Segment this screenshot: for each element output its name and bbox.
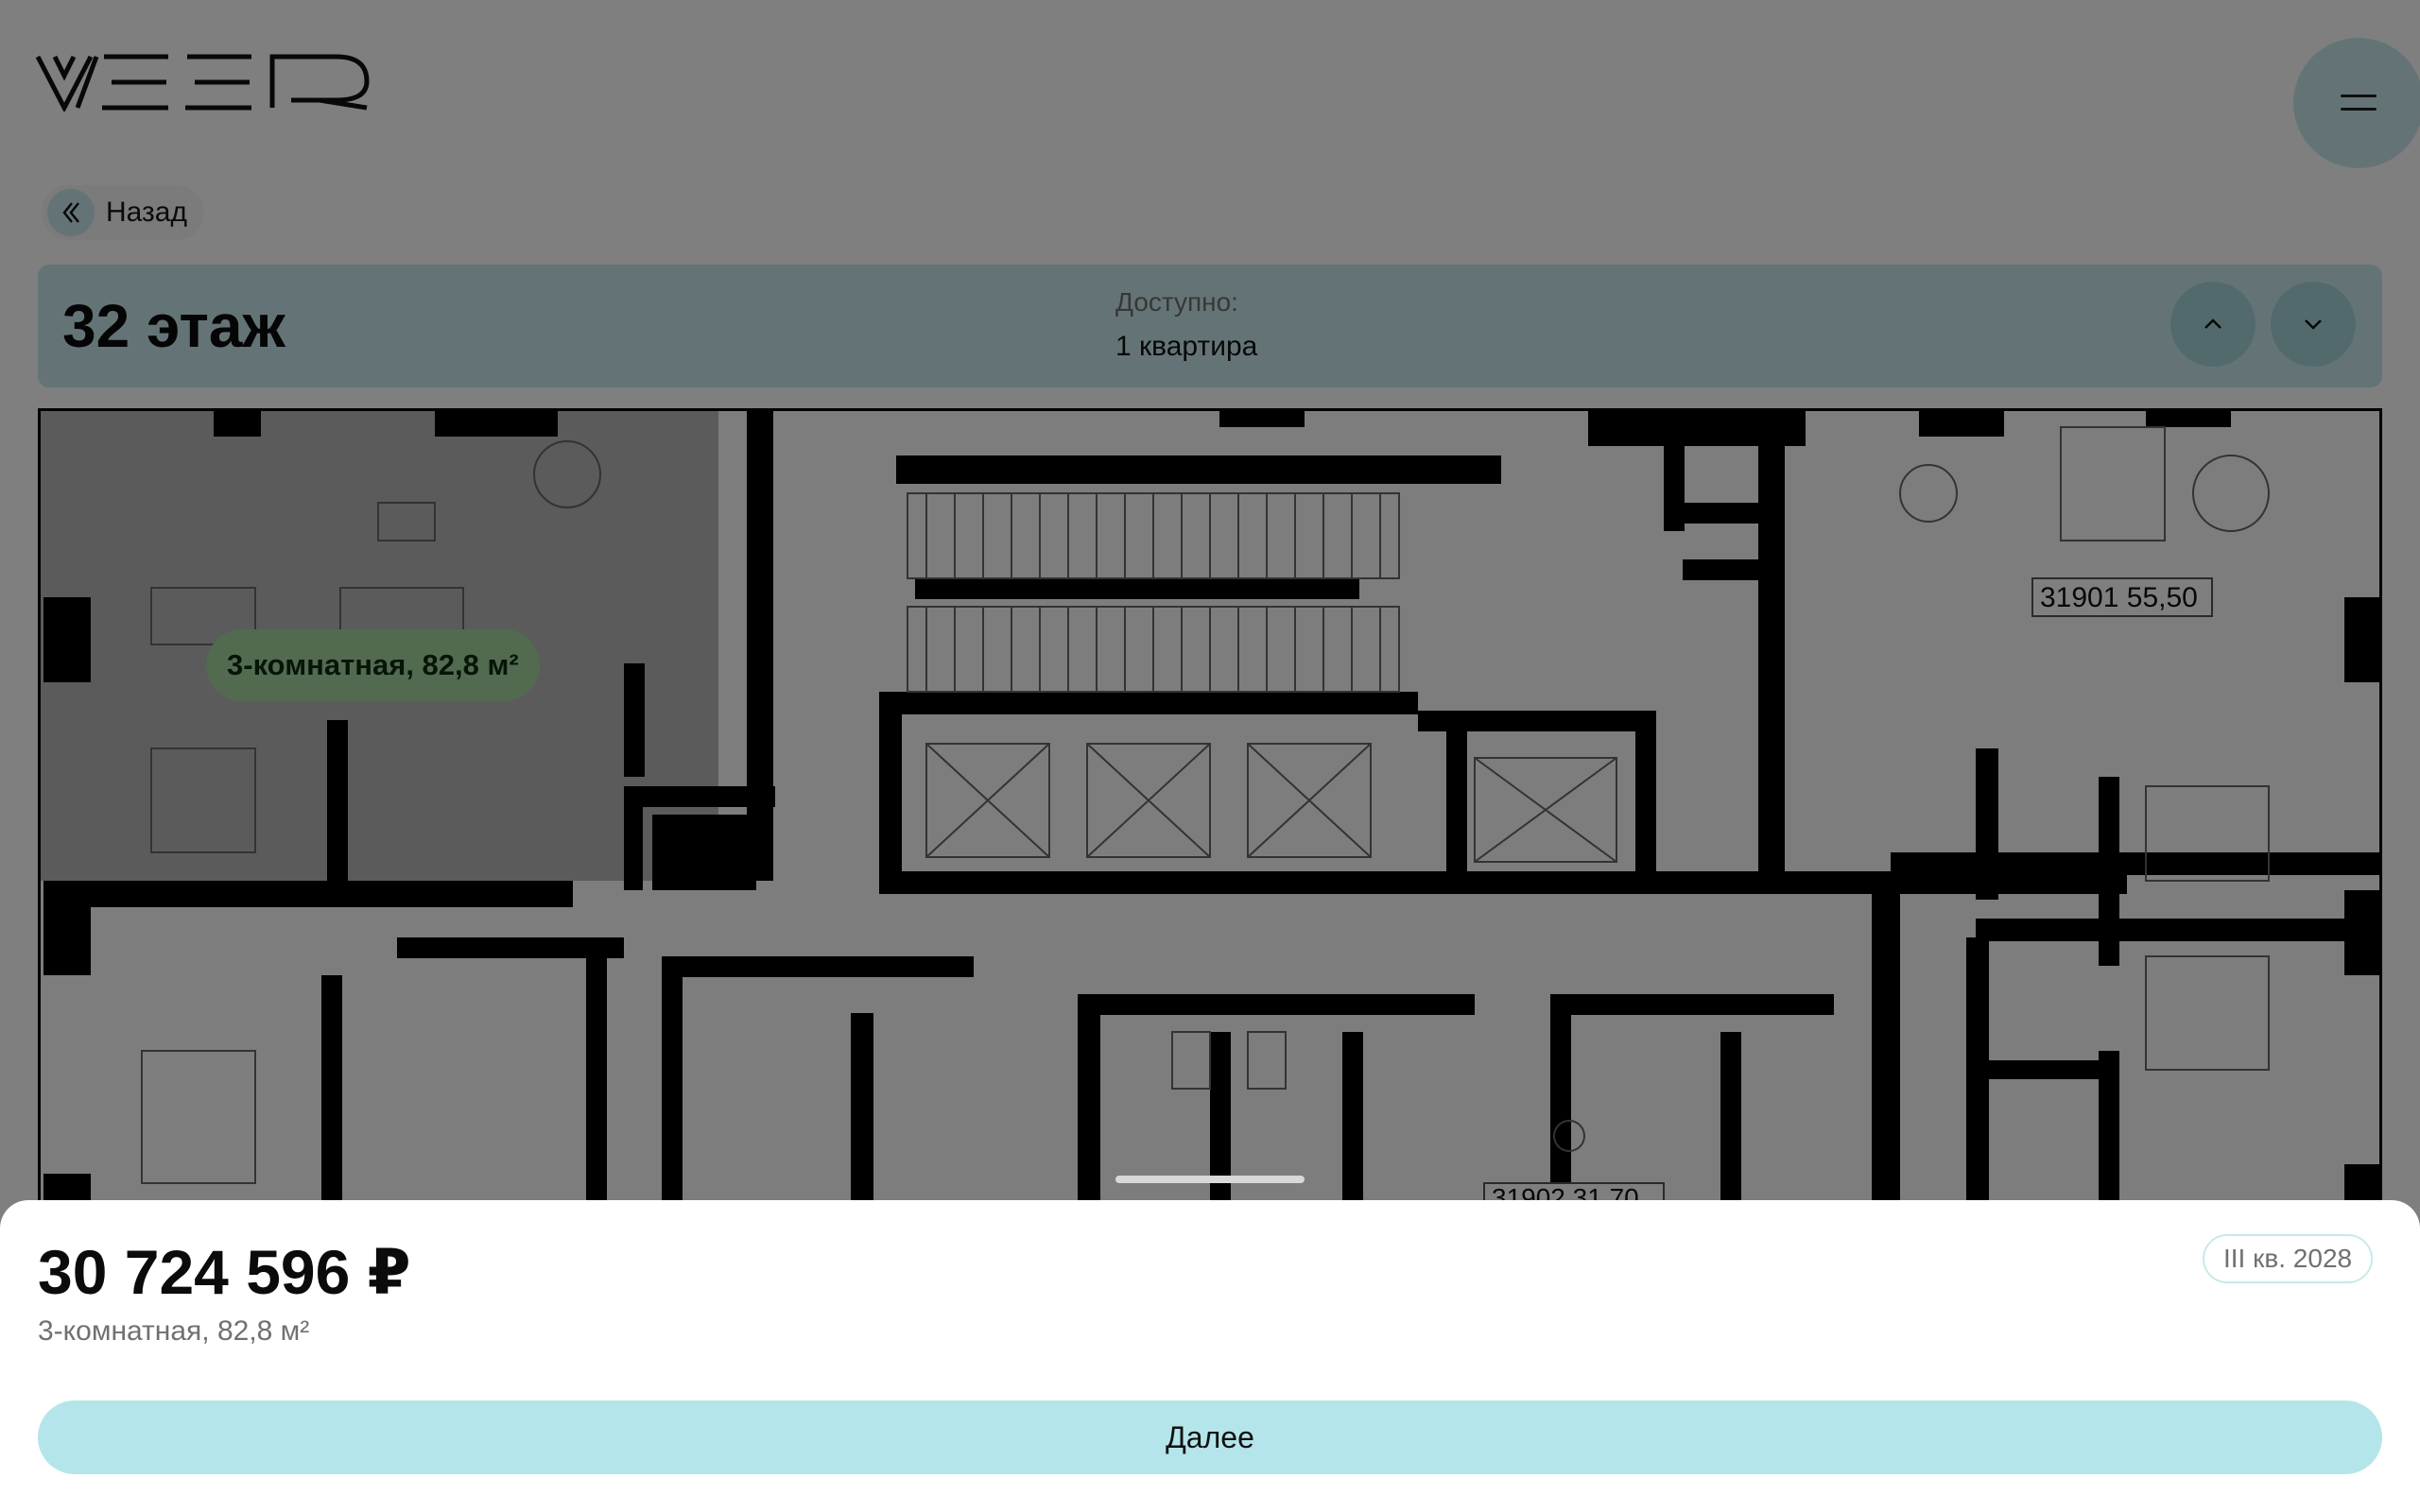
apartment-bottom-sheet: 30 724 596 ₽ 3-комнатная, 82,8 м² III кв… xyxy=(0,1200,2420,1512)
apartment-price: 30 724 596 ₽ xyxy=(38,1237,411,1307)
sheet-drag-handle[interactable] xyxy=(1115,1176,1305,1183)
completion-date-badge: III кв. 2028 xyxy=(2203,1234,2374,1283)
page: Назад 32 этаж Доступно: 1 квартира xyxy=(0,0,2420,1512)
next-button[interactable]: Далее xyxy=(38,1400,2382,1474)
apartment-description: 3-комнатная, 82,8 м² xyxy=(38,1315,310,1347)
